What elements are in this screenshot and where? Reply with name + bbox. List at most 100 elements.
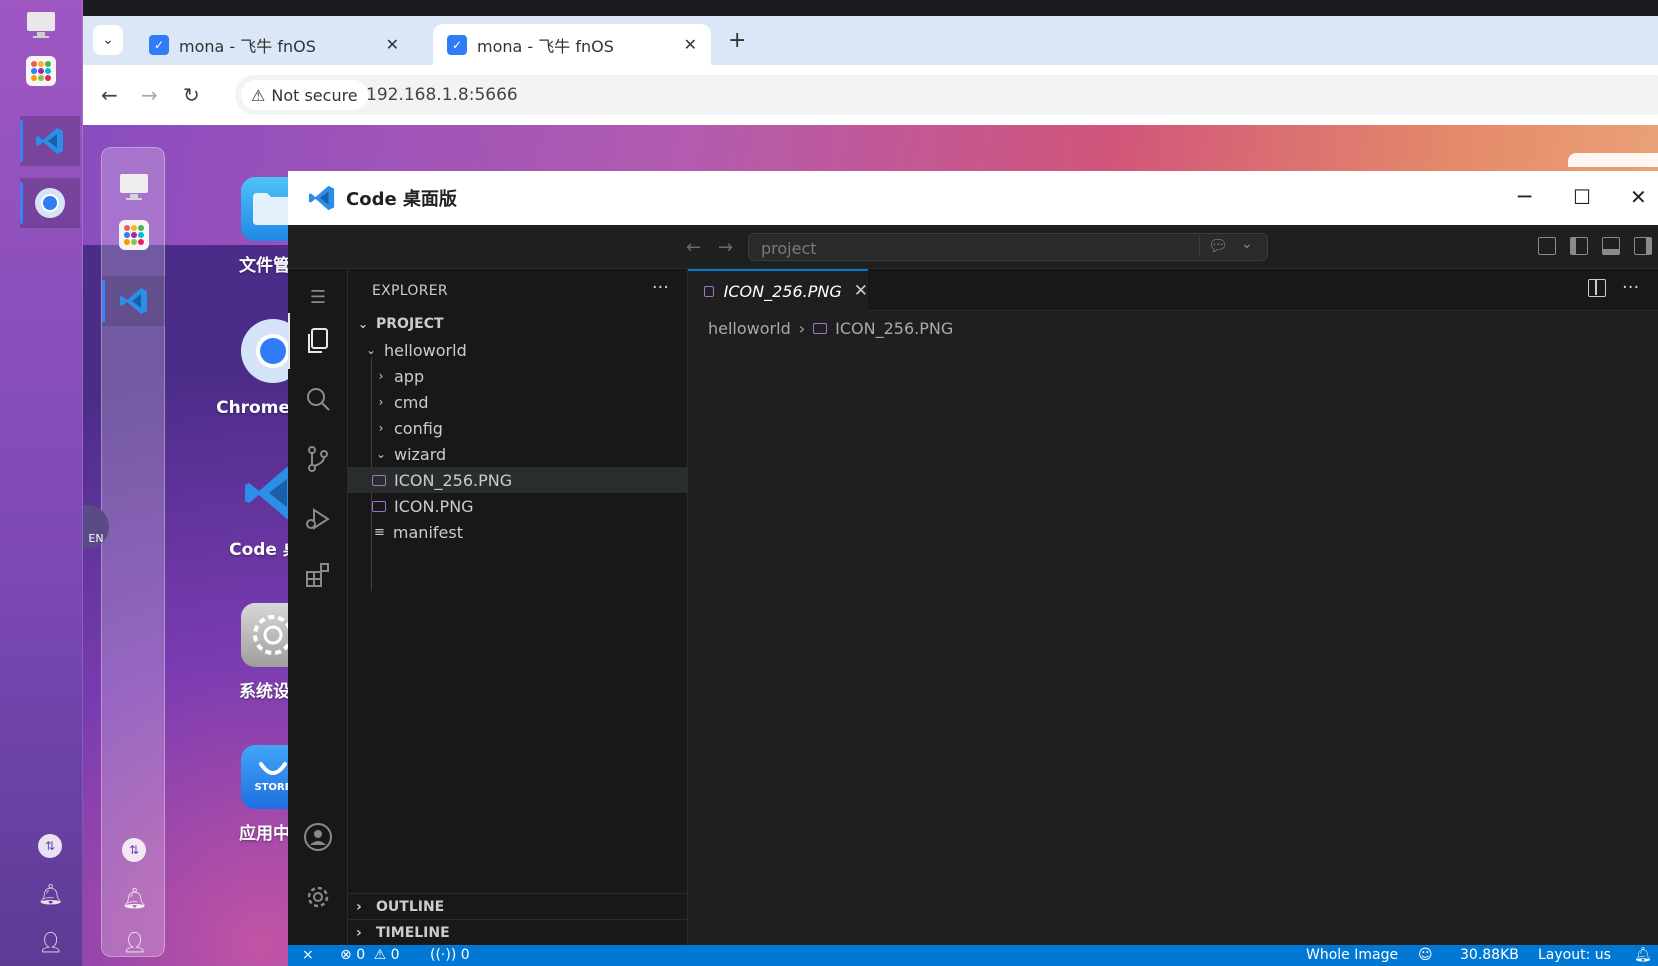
error-count: 0	[356, 947, 366, 963]
forward-arrow-icon[interactable]: →	[141, 83, 158, 107]
image-file-icon	[372, 474, 386, 486]
browser-tab-2[interactable]: ✓ mona - 飞牛 fnOS ✕	[433, 24, 711, 65]
toggle-sidebar-icon[interactable]	[1570, 237, 1588, 255]
command-center-bar: ← → project 💬︎ ⌄	[288, 225, 1658, 269]
tree-root-project[interactable]: ⌄ PROJECT	[348, 311, 688, 337]
customize-layout-icon[interactable]	[1538, 237, 1556, 255]
fnos-bell-icon[interactable]: 🔔︎	[122, 886, 147, 910]
source-control-icon[interactable]	[288, 431, 348, 487]
tree-folder-helloworld[interactable]: ⌄ helloworld	[348, 337, 688, 363]
host-top-bar	[0, 0, 1658, 16]
new-tab-button[interactable]: +	[728, 28, 746, 53]
omnibox[interactable]: ⚠ Not secure 192.168.1.8:5666	[235, 75, 1658, 115]
toggle-panel-icon[interactable]	[1602, 237, 1620, 255]
copilot-icon[interactable]: ☺	[1418, 947, 1433, 963]
tab-search-button[interactable]: ⌄	[93, 25, 123, 55]
breadcrumb-folder[interactable]: helloworld	[708, 319, 791, 338]
chevron-right-icon: ›	[356, 924, 362, 941]
outline-section[interactable]: › OUTLINE	[348, 893, 688, 919]
explorer-header: EXPLORER	[372, 283, 448, 299]
tree-folder-app[interactable]: › app	[348, 363, 688, 389]
minimize-icon[interactable]: ─	[1518, 185, 1531, 210]
fnos-dock-apps[interactable]	[102, 210, 166, 260]
fnos-dock-vscode[interactable]	[102, 276, 166, 326]
tree-file-icon[interactable]: ICON.PNG	[348, 493, 688, 519]
image-zoom-mode[interactable]: Whole Image	[1306, 947, 1398, 963]
extensions-icon[interactable]	[288, 547, 348, 603]
nav-back-icon[interactable]: ←	[686, 237, 701, 258]
manage-gear-icon[interactable]	[288, 869, 348, 925]
problems-indicator[interactable]: ⊗ 0 ⚠ 0	[340, 947, 400, 963]
monitor-icon	[27, 12, 55, 38]
fnos-user-icon[interactable]: 👤︎	[122, 930, 147, 954]
fnos-dock: ⇅ 🔔︎ 👤︎	[101, 147, 166, 957]
url-text[interactable]: 192.168.1.8:5666	[366, 85, 518, 105]
image-file-icon	[372, 500, 386, 512]
tree-label: ICON.PNG	[394, 496, 474, 516]
tree-label: config	[394, 418, 443, 438]
maximize-icon[interactable]: ☐	[1573, 185, 1591, 209]
host-dock-vscode[interactable]	[20, 116, 80, 166]
host-user-icon[interactable]: 👤︎	[38, 930, 63, 954]
command-center-search[interactable]: project 💬︎ ⌄	[748, 233, 1268, 261]
host-dock-desktop[interactable]	[11, 0, 71, 50]
warning-icon: ⚠	[373, 947, 387, 963]
close-window-icon[interactable]: ✕	[1630, 185, 1647, 209]
tree-folder-config[interactable]: › config	[348, 415, 688, 441]
keyboard-layout[interactable]: Layout: us	[1538, 947, 1611, 963]
more-actions-icon[interactable]: ···	[1622, 277, 1639, 298]
reload-icon[interactable]: ↻	[183, 83, 200, 107]
text-file-icon: ≡	[374, 524, 385, 540]
host-dock-chrome[interactable]	[20, 178, 80, 228]
host-dock: ⇅ 🔔︎ 👤︎	[0, 0, 83, 966]
toggle-secondary-sidebar-icon[interactable]	[1634, 237, 1652, 255]
chevron-down-icon[interactable]: ⌄	[1241, 236, 1253, 252]
vscode-icon	[36, 128, 63, 154]
accounts-icon[interactable]	[288, 809, 348, 865]
explorer-icon[interactable]	[288, 313, 348, 369]
explorer-sidebar: EXPLORER ··· ⌄ PROJECT ⌄ helloworld › ap…	[348, 269, 688, 945]
timeline-section[interactable]: › TIMELINE	[348, 919, 688, 945]
notifications-bell-icon[interactable]: 🔔︎	[1634, 947, 1652, 963]
close-tab-icon[interactable]: ✕	[386, 35, 399, 54]
close-tab-icon[interactable]: ✕	[854, 281, 868, 301]
ports-count: 0	[460, 947, 470, 963]
browser-tab-title: mona - 飞牛 fnOS	[477, 36, 614, 56]
store-icon-text: STORE	[254, 781, 292, 793]
tree-file-icon256[interactable]: ICON_256.PNG	[348, 467, 688, 493]
site-info-chip[interactable]: ⚠ Not secure	[241, 80, 368, 110]
search-icon[interactable]	[288, 371, 348, 427]
back-arrow-icon[interactable]: ←	[101, 83, 118, 107]
host-transfer-icon[interactable]: ⇅	[38, 834, 62, 858]
host-dock-apps[interactable]	[11, 46, 71, 96]
chevron-right-icon: ›	[378, 369, 384, 383]
not-secure-label: Not secure	[271, 85, 358, 105]
tree-folder-wizard[interactable]: ⌄ wizard	[348, 441, 688, 467]
remote-indicator-icon[interactable]: ⨯	[302, 947, 314, 963]
fnos-favicon-icon: ✓	[149, 34, 169, 55]
fnos-dock-desktop[interactable]	[102, 162, 166, 212]
host-bell-icon[interactable]: 🔔︎	[38, 882, 63, 906]
status-bar: ⨯ ⊗ 0 ⚠ 0 ((·)) 0 Whole Image ☺ 30.88KB …	[288, 945, 1658, 966]
tree-file-manifest[interactable]: ≡ manifest	[348, 519, 688, 545]
monitor-icon	[120, 174, 148, 200]
breadcrumb-file[interactable]: ICON_256.PNG	[835, 319, 953, 338]
fnos-transfer-icon[interactable]: ⇅	[122, 838, 146, 862]
close-tab-icon[interactable]: ✕	[684, 35, 697, 54]
split-editor-icon[interactable]	[1588, 279, 1606, 297]
tree-label: wizard	[394, 444, 447, 464]
editor-tab-label: ICON_256.PNG	[723, 281, 842, 301]
editor-tab-icon256[interactable]: ICON_256.PNG ✕	[688, 269, 868, 311]
ports-indicator[interactable]: ((·)) 0	[430, 947, 470, 963]
app-grid-icon	[119, 220, 149, 250]
chevron-down-icon: ⌄	[375, 447, 387, 461]
browser-tab-1[interactable]: ✓ mona - 飞牛 fnOS ✕	[135, 24, 413, 65]
chevron-right-icon: ›	[378, 395, 384, 409]
activity-bar: ☰	[288, 269, 348, 945]
run-debug-icon[interactable]	[288, 491, 348, 547]
copilot-chat-icon[interactable]: 💬︎	[1199, 236, 1228, 255]
nav-forward-icon[interactable]: →	[718, 237, 733, 258]
more-actions-icon[interactable]: ···	[652, 277, 669, 298]
tree-folder-cmd[interactable]: › cmd	[348, 389, 688, 415]
search-placeholder: project	[761, 239, 817, 258]
